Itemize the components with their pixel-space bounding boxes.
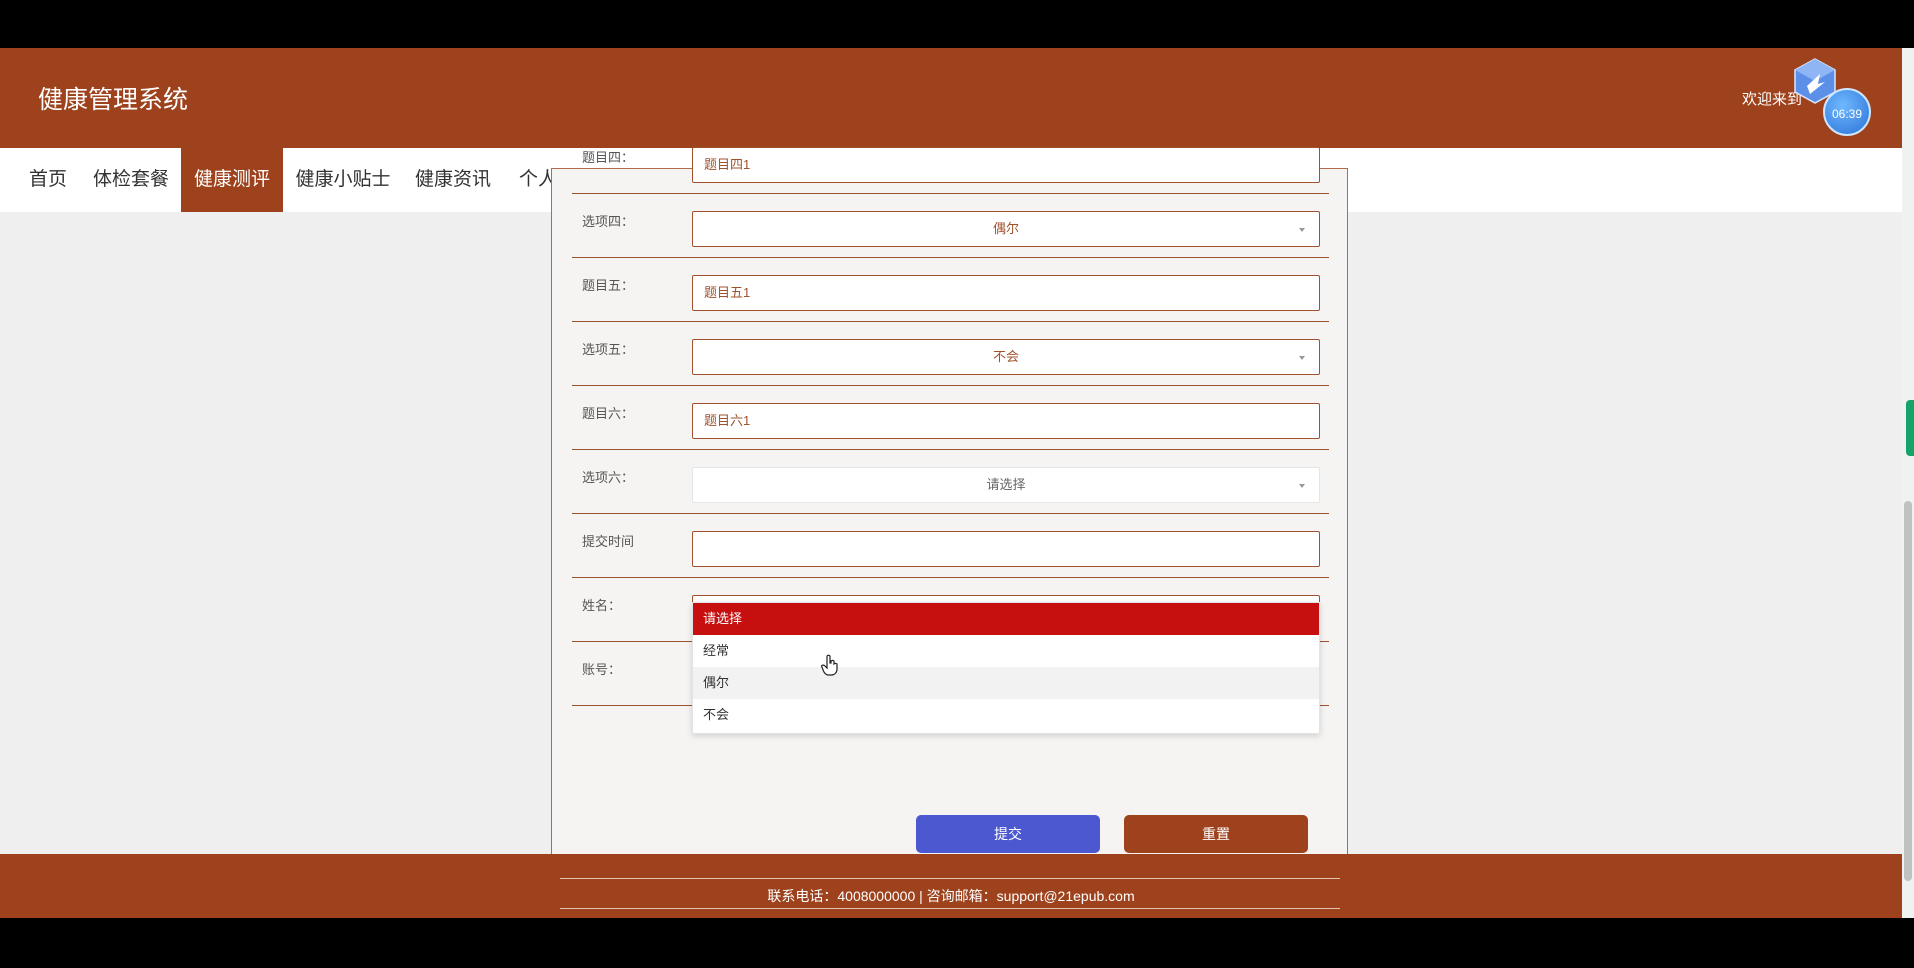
nav-item-checkup-packages[interactable]: 体检套餐 [86, 148, 176, 212]
question-4-input[interactable]: 题目四1 [692, 147, 1320, 183]
chevron-down-icon [1299, 356, 1305, 360]
nav-item-health-news[interactable]: 健康资讯 [408, 148, 498, 212]
option-5-value: 不会 [992, 349, 1019, 364]
nav-item-health-assessment[interactable]: 健康测评 [181, 148, 283, 212]
nav-item-health-tips[interactable]: 健康小贴士 [290, 148, 396, 212]
side-widget-tab[interactable] [1906, 400, 1914, 456]
option-4-value: 偶尔 [992, 221, 1019, 236]
dropdown-option-sometimes[interactable]: 偶尔 [693, 667, 1319, 699]
browser-viewport: 健康管理系统 欢迎来到 06:39 首页 体检套餐 健康测评 健康小贴士 健康资… [0, 48, 1914, 918]
footer-bottom-divider [560, 908, 1340, 909]
hand-pointer-cursor-icon [820, 654, 838, 676]
assessment-form-card: 题目四： 题目四1 选项四： 偶尔 题目五： 题目五1 选项五： 不会 题目六：… [551, 147, 1348, 890]
option-4-select[interactable]: 偶尔 [692, 211, 1320, 247]
chevron-down-icon [1299, 484, 1305, 488]
recording-timer-badge[interactable]: 06:39 [1823, 88, 1871, 136]
footer-contact-text: 联系电话：4008000000 | 咨询邮箱：support@21epub.co… [767, 888, 1135, 904]
option-5-label: 选项五： [582, 342, 635, 357]
form-row-option-4: 选项四： 偶尔 [572, 193, 1329, 258]
option-4-label: 选项四： [582, 214, 635, 229]
option-6-dropdown-list: 请选择 经常 偶尔 不会 [692, 602, 1320, 734]
form-row-question-4: 题目四： 题目四1 [572, 129, 1329, 194]
option-6-select[interactable]: 请选择 [692, 467, 1320, 503]
page-scrollbar[interactable] [1902, 48, 1914, 918]
form-row-question-6: 题目六： 题目六1 [572, 385, 1329, 450]
form-row-option-5: 选项五： 不会 [572, 321, 1329, 386]
form-row-question-5: 题目五： 题目五1 [572, 257, 1329, 322]
submit-time-label: 提交时间 [582, 534, 635, 549]
dropdown-option-never[interactable]: 不会 [693, 699, 1319, 731]
submit-time-input[interactable] [692, 531, 1320, 567]
form-row-submit-time: 提交时间 [572, 513, 1329, 578]
footer-top-divider [560, 878, 1340, 879]
scrollbar-thumb[interactable] [1904, 501, 1912, 881]
question-4-label: 题目四： [582, 150, 635, 165]
option-6-value: 请选择 [986, 477, 1026, 492]
submit-button[interactable]: 提交 [916, 815, 1100, 853]
account-label: 账号： [582, 662, 622, 677]
site-footer: 联系电话：4008000000 | 咨询邮箱：support@21epub.co… [0, 854, 1902, 918]
option-5-select[interactable]: 不会 [692, 339, 1320, 375]
question-5-input[interactable]: 题目五1 [692, 275, 1320, 311]
name-label: 姓名： [582, 598, 622, 613]
option-6-label: 选项六： [582, 470, 635, 485]
question-6-label: 题目六： [582, 406, 635, 421]
question-5-label: 题目五： [582, 278, 635, 293]
nav-item-home[interactable]: 首页 [22, 148, 74, 212]
question-6-input[interactable]: 题目六1 [692, 403, 1320, 439]
reset-button[interactable]: 重置 [1124, 815, 1308, 853]
chevron-down-icon [1299, 228, 1305, 232]
form-row-option-6: 选项六： 请选择 [572, 449, 1329, 514]
site-title: 健康管理系统 [38, 86, 189, 114]
dropdown-option-often[interactable]: 经常 [693, 635, 1319, 667]
dropdown-option-please-select[interactable]: 请选择 [693, 603, 1319, 635]
